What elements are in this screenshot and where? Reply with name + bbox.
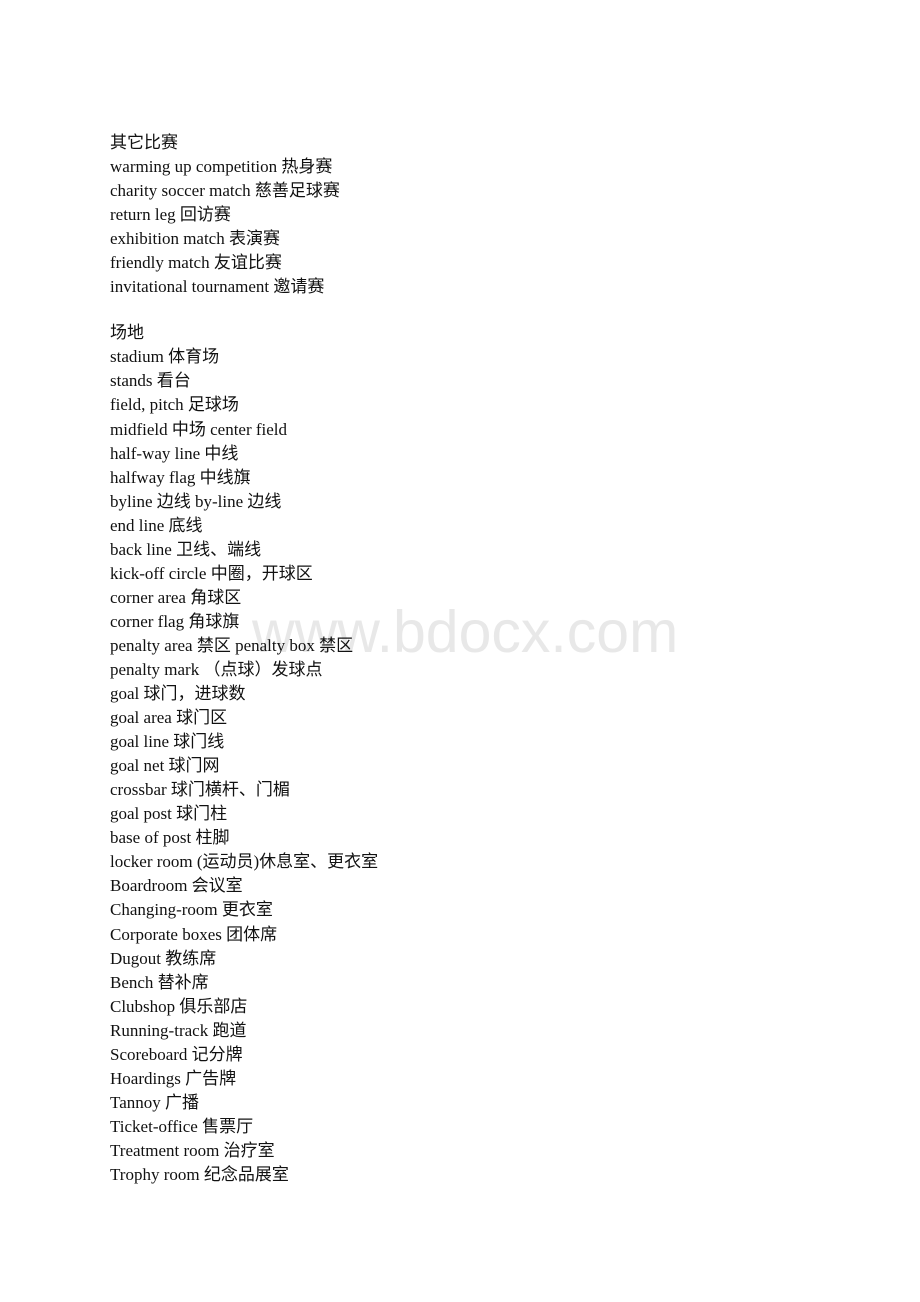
document-page: www.bdocx.com 其它比赛 warming up competitio… — [0, 0, 920, 1302]
section-venue: 场地 stadium 体育场 stands 看台 field, pitch 足球… — [110, 321, 810, 1187]
vocab-entry: locker room (运动员)休息室、更衣室 — [110, 852, 379, 872]
vocab-entry: goal area 球门区 — [110, 708, 228, 728]
vocab-entry: base of post 柱脚 — [110, 828, 230, 848]
vocab-entry: Changing-room 更衣室 — [110, 900, 273, 920]
vocab-entry: friendly match 友谊比赛 — [110, 253, 282, 273]
vocab-entry: Corporate boxes 团体席 — [110, 924, 278, 944]
document-body: 其它比赛 warming up competition 热身赛 charity … — [110, 131, 810, 1187]
vocab-entry: corner flag 角球旗 — [110, 611, 240, 631]
vocab-entry: corner area 角球区 — [110, 587, 242, 607]
vocab-entry: goal 球门，进球数 — [110, 684, 246, 704]
vocab-entry: goal line 球门线 — [110, 732, 225, 752]
vocab-entry: Bench 替补席 — [110, 972, 209, 992]
vocab-entry: penalty mark （点球）发球点 — [110, 659, 323, 679]
section-other-matches: 其它比赛 warming up competition 热身赛 charity … — [110, 131, 810, 299]
vocab-entry: Clubshop 俱乐部店 — [110, 996, 248, 1016]
vocab-entry: goal post 球门柱 — [110, 804, 228, 824]
vocab-entry: end line 底线 — [110, 515, 203, 535]
vocab-entry: kick-off circle 中圈，开球区 — [110, 563, 313, 583]
vocab-entry: Running-track 跑道 — [110, 1020, 247, 1040]
vocab-entry: stands 看台 — [110, 371, 191, 391]
vocab-entry: goal net 球门网 — [110, 756, 220, 776]
vocab-entry: back line 卫线、端线 — [110, 539, 262, 559]
vocab-entry: invitational tournament 邀请赛 — [110, 277, 325, 297]
vocab-entry: Hoardings 广告牌 — [110, 1068, 237, 1088]
vocab-entry: half-way line 中线 — [110, 443, 239, 463]
vocab-entry: crossbar 球门横杆、门楣 — [110, 780, 290, 800]
vocab-entry: Dugout 教练席 — [110, 948, 217, 968]
vocab-entry: Tannoy 广播 — [110, 1092, 199, 1112]
vocab-entry: exhibition match 表演赛 — [110, 229, 280, 249]
section-heading: 其它比赛 — [110, 133, 178, 152]
vocab-entry: byline 边线 by-line 边线 — [110, 491, 282, 511]
vocab-entry: stadium 体育场 — [110, 347, 220, 367]
vocab-entry: charity soccer match 慈善足球赛 — [110, 181, 340, 201]
section-heading: 场地 — [110, 323, 144, 343]
vocab-entry: midfield 中场 center field — [110, 419, 288, 439]
vocab-entry: field, pitch 足球场 — [110, 395, 239, 415]
vocab-entry: penalty area 禁区 penalty box 禁区 — [110, 635, 354, 655]
vocab-entry: warming up competition 热身赛 — [110, 157, 333, 177]
vocab-entry: Ticket-office 售票厅 — [110, 1116, 254, 1136]
vocab-entry: Treatment room 治疗室 — [110, 1140, 275, 1160]
vocab-entry: Boardroom 会议室 — [110, 876, 243, 896]
vocab-entry: Trophy room 纪念品展室 — [110, 1164, 289, 1184]
vocab-entry: Scoreboard 记分牌 — [110, 1044, 243, 1064]
vocab-entry: return leg 回访赛 — [110, 205, 231, 225]
vocab-entry: halfway flag 中线旗 — [110, 467, 251, 487]
